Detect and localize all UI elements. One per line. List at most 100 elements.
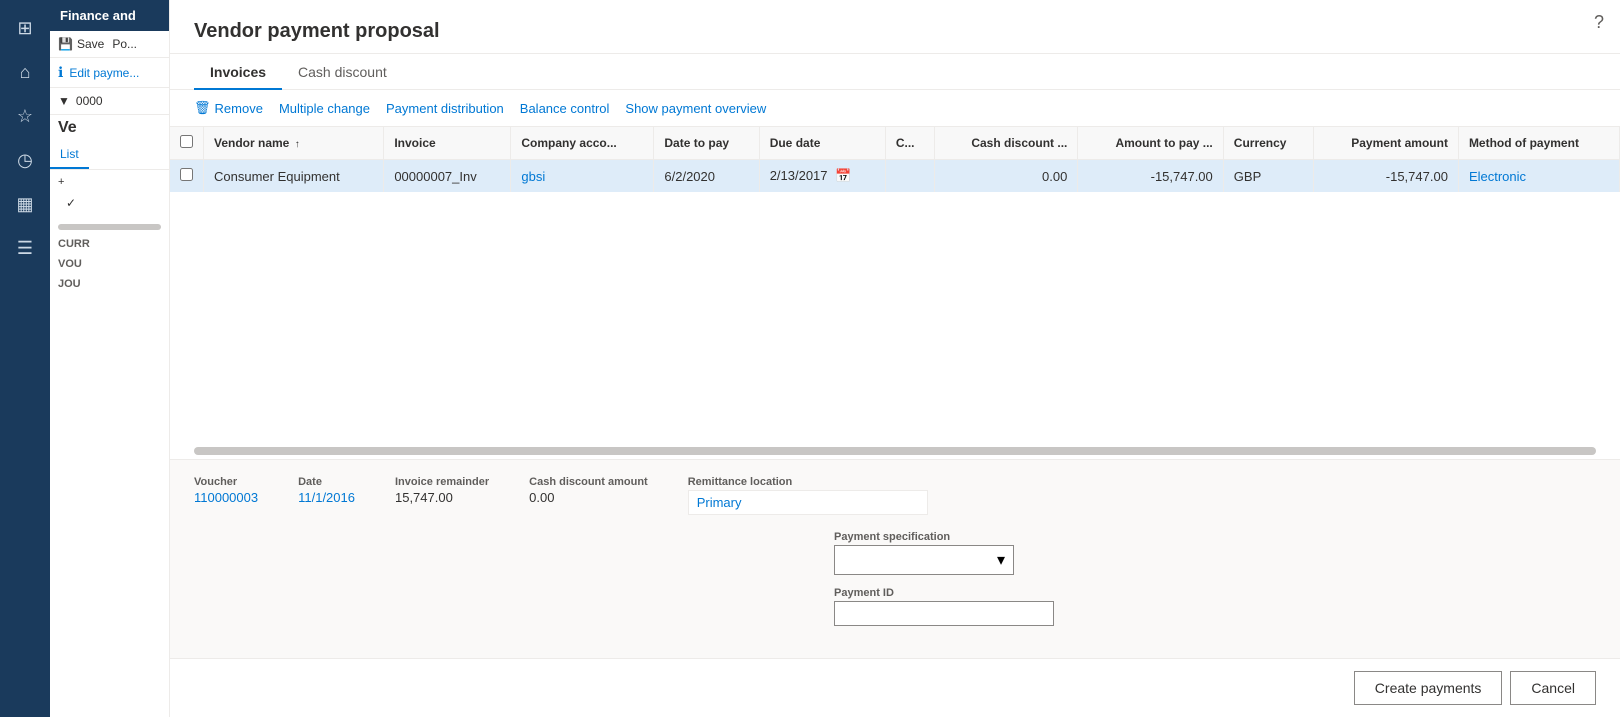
tab-list[interactable]: List — [50, 141, 89, 169]
grid-icon[interactable]: ⊞ — [5, 8, 45, 48]
cell-currency: GBP — [1223, 160, 1314, 193]
col-c[interactable]: C... — [885, 127, 934, 160]
cell-method-of-payment[interactable]: Electronic — [1458, 160, 1619, 193]
col-invoice[interactable]: Invoice — [384, 127, 511, 160]
multiple-change-button[interactable]: Multiple change — [279, 99, 370, 118]
col-method-of-payment[interactable]: Method of payment — [1458, 127, 1619, 160]
left-panel-actions: + ✓ — [50, 170, 169, 220]
col-cash-discount[interactable]: Cash discount ... — [934, 127, 1078, 160]
select-all-checkbox[interactable] — [180, 135, 193, 148]
voucher-label: Voucher — [194, 476, 258, 488]
save-icon: 💾 — [58, 37, 73, 51]
cell-date-to-pay: 6/2/2020 — [654, 160, 759, 193]
grid2-icon[interactable]: ▦ — [5, 184, 45, 224]
filter-icon[interactable]: ▼ — [58, 94, 70, 108]
row-check[interactable] — [170, 160, 204, 193]
help-icon[interactable]: ? — [1594, 12, 1604, 33]
date-value[interactable]: 11/1/2016 — [298, 490, 355, 505]
col-vendor-name[interactable]: Vendor name ↑ — [204, 127, 384, 160]
invoice-remainder-field: Invoice remainder 15,747.00 — [395, 476, 489, 515]
remove-button[interactable]: 🗑 Remove — [194, 98, 263, 118]
tab-invoices[interactable]: Invoices — [194, 54, 282, 90]
invoice-remainder-label: Invoice remainder — [395, 476, 489, 488]
cell-payment-amount: -15,747.00 — [1314, 160, 1459, 193]
list-icon[interactable]: ☰ — [5, 228, 45, 268]
payment-id-input[interactable] — [834, 601, 1054, 626]
table-container: Vendor name ↑ Invoice Company acco... Da… — [170, 127, 1620, 443]
col-currency[interactable]: Currency — [1223, 127, 1314, 160]
col-check[interactable] — [170, 127, 204, 160]
details-row-2: Payment specification ▾ Payment ID — [194, 531, 1596, 626]
modal-footer: Create payments Cancel — [170, 658, 1620, 717]
cancel-button[interactable]: Cancel — [1510, 671, 1596, 705]
voucher-field: Voucher 110000003 — [194, 476, 258, 515]
col-due-date[interactable]: Due date — [759, 127, 885, 160]
check-icon: ✓ — [66, 196, 76, 210]
modal-tabs: Invoices Cash discount — [170, 54, 1620, 90]
cell-amount-to-pay: -15,747.00 — [1078, 160, 1223, 193]
payment-specification-dropdown[interactable]: ▾ — [834, 545, 1014, 575]
calendar-icon[interactable]: 📅 — [835, 168, 851, 183]
payment-id-label: Payment ID — [834, 587, 1054, 599]
cell-invoice: 00000007_Inv — [384, 160, 511, 193]
payment-specification-label: Payment specification — [834, 531, 1054, 543]
table-scrollbar-h[interactable] — [194, 447, 1596, 455]
home-icon[interactable]: ⌂ — [5, 52, 45, 92]
payment-distribution-button[interactable]: Payment distribution — [386, 99, 504, 118]
modal-header: Vendor payment proposal — [170, 0, 1620, 54]
cell-due-date: 2/13/2017 📅 — [759, 160, 885, 193]
add-button[interactable]: + — [58, 176, 161, 188]
info-icon: ℹ — [58, 64, 63, 81]
date-label: Date — [298, 476, 355, 488]
create-payments-button[interactable]: Create payments — [1354, 671, 1503, 705]
date-field: Date 11/1/2016 — [298, 476, 355, 515]
payment-specification-field: Payment specification ▾ — [834, 531, 1054, 575]
col-amount-to-pay[interactable]: Amount to pay ... — [1078, 127, 1223, 160]
cash-discount-amount-field: Cash discount amount 0.00 — [529, 476, 648, 515]
dropdown-chevron-icon: ▾ — [997, 550, 1005, 570]
filter-section: ▼ 0000 — [50, 88, 169, 115]
col-payment-amount[interactable]: Payment amount — [1314, 127, 1459, 160]
edit-payment-section: ℹ Edit payme... — [50, 58, 169, 88]
curr-label: CURR — [50, 234, 169, 254]
invoices-table: Vendor name ↑ Invoice Company acco... Da… — [170, 127, 1620, 192]
ve-heading: Ve — [50, 115, 169, 141]
sort-icon: ↑ — [295, 139, 300, 150]
vou-label: VOU — [50, 254, 169, 274]
sidebar: ⊞ ⌂ ☆ ◷ ▦ ☰ — [0, 0, 50, 717]
col-date-to-pay[interactable]: Date to pay — [654, 127, 759, 160]
filter-label: 0000 — [76, 94, 103, 108]
cash-discount-amount-label: Cash discount amount — [529, 476, 648, 488]
cell-company-acco[interactable]: gbsi — [511, 160, 654, 193]
edit-payment-label[interactable]: Edit payme... — [69, 66, 139, 80]
remittance-location-field: Remittance location Primary — [688, 476, 928, 515]
invoice-remainder-value: 15,747.00 — [395, 490, 489, 505]
cell-cash-discount: 0.00 — [934, 160, 1078, 193]
check-mark: ✓ — [58, 192, 161, 214]
left-toolbar: 💾 Save Po... — [50, 31, 169, 58]
cell-vendor-name: Consumer Equipment — [204, 160, 384, 193]
row-checkbox[interactable] — [180, 168, 193, 181]
left-tab-strip: List — [50, 141, 169, 170]
col-company-acco[interactable]: Company acco... — [511, 127, 654, 160]
show-payment-overview-button[interactable]: Show payment overview — [625, 99, 766, 118]
jou-label: JOU — [50, 274, 169, 294]
post-label: Po... — [112, 37, 137, 51]
voucher-value[interactable]: 110000003 — [194, 490, 258, 505]
clock-icon[interactable]: ◷ — [5, 140, 45, 180]
left-panel: Finance and 💾 Save Po... ℹ Edit payme...… — [50, 0, 170, 717]
tab-cash-discount[interactable]: Cash discount — [282, 54, 403, 90]
modal-title: Vendor payment proposal — [194, 20, 1596, 43]
modal: ? Vendor payment proposal Invoices Cash … — [170, 0, 1620, 717]
balance-control-button[interactable]: Balance control — [520, 99, 610, 118]
table-row[interactable]: Consumer Equipment 00000007_Inv gbsi 6/2… — [170, 160, 1620, 193]
modal-toolbar: 🗑 Remove Multiple change Payment distrib… — [170, 90, 1620, 127]
remittance-location-value[interactable]: Primary — [697, 495, 742, 510]
payment-id-field: Payment ID — [834, 587, 1054, 626]
star-icon[interactable]: ☆ — [5, 96, 45, 136]
save-button[interactable]: 💾 Save — [58, 37, 104, 51]
cell-c — [885, 160, 934, 193]
cash-discount-amount-value: 0.00 — [529, 490, 648, 505]
details-panel: Voucher 110000003 Date 11/1/2016 Invoice… — [170, 459, 1620, 658]
scrollbar-h[interactable] — [58, 224, 161, 230]
